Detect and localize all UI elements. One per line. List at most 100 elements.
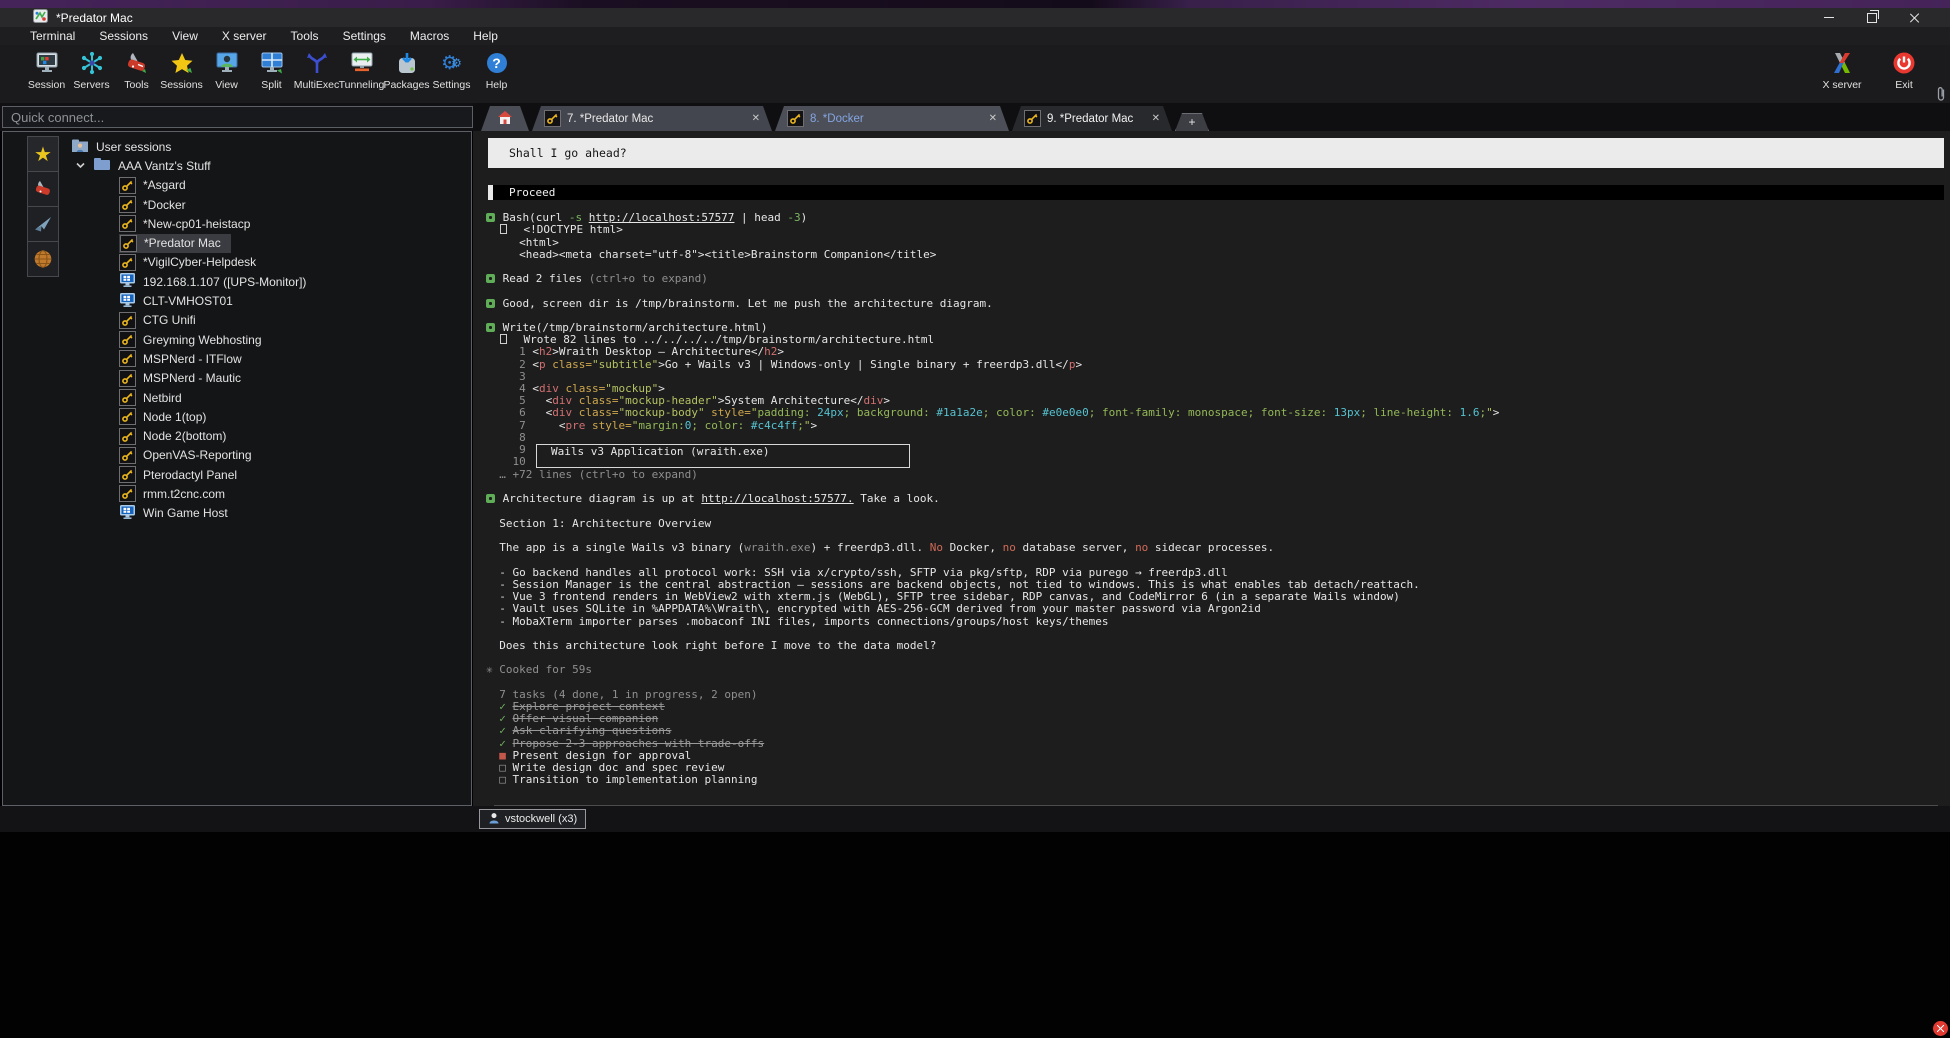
toolbar-view[interactable]: View [204,45,249,103]
chevron-down-icon[interactable] [75,159,86,173]
session-label: CTG Unifi [143,313,196,327]
session-item[interactable]: CTG Unifi [63,311,467,330]
session-item[interactable]: Win Game Host [63,504,467,523]
terminal-line: ✳ Cooked for 59s [486,664,1950,676]
power-icon [1892,49,1916,76]
window-title: *Predator Mac [56,11,133,25]
toolbar-tools[interactable]: Tools [114,45,159,103]
toolbar-right-group: X server Exit [1816,45,1950,103]
session-item[interactable]: *Asgard [63,176,467,195]
dialog-question: Shall I go ahead? [488,138,1944,168]
rdp-monitor-icon [119,292,136,311]
session-label: *Asgard [143,178,186,192]
toolbar-tunneling[interactable]: Tunneling [339,45,384,103]
tab-8-docker[interactable]: 8. *Docker ✕ [775,106,1009,131]
star-icon [169,49,195,76]
rdp-monitor-icon [119,272,136,291]
session-item[interactable]: CLT-VMHOST01 [63,291,467,310]
tool-bullet-icon [486,274,495,283]
proceed-option[interactable]: Proceed [488,185,1944,200]
sessions-tree: User sessionsAAA Vantz's Stuff *Asgard *Do… [63,137,467,523]
toolbar-multiexec[interactable]: MultiExec [294,45,339,103]
menu-macros[interactable]: Macros [410,29,449,43]
session-label: *Predator Mac [144,236,221,250]
tab-home[interactable] [481,106,529,131]
menu-view[interactable]: View [172,29,198,43]
title-bar: *Predator Mac [0,8,1950,27]
session-item[interactable]: Netbird [63,388,467,407]
session-item[interactable]: rmm.t2cnc.com [63,484,467,503]
tunneling-icon [349,49,375,76]
paper-plane-icon[interactable] [27,206,59,242]
terminal-line: Read 2 files (ctrl+o to expand) [486,273,1950,285]
menu-tools[interactable]: Tools [291,29,319,43]
terminal-line: 7 <pre style="margin:0; color: #c4c4ff;"… [486,420,1950,432]
session-item[interactable]: Node 1(top) [63,407,467,426]
tree-group-folder[interactable]: AAA Vantz's Stuff [63,156,467,175]
session-label: *New-cp01-heistacp [143,217,250,231]
toolbar-help[interactable]: ? Help [474,45,519,103]
tool-bullet-icon [486,299,495,308]
session-item[interactable]: MSPNerd - Mautic [63,369,467,388]
tab-9-predator-mac[interactable]: 9. *Predator Mac ✕ [1012,106,1172,131]
toolbar-settings[interactable]: ⚙⚙ Settings [429,45,474,103]
quick-connect-input[interactable] [2,106,473,128]
terminal-line: ✓ Offer visual companion [486,713,1950,725]
menu-x-server[interactable]: X server [222,29,267,43]
tab-close-icon[interactable]: ✕ [989,113,997,124]
terminal[interactable]: Shall I go ahead?Proceed Bash(curl -s ht… [473,131,1950,806]
menu-terminal[interactable]: Terminal [30,29,75,43]
toolbar-exit[interactable]: Exit [1878,45,1930,103]
new-tab-button[interactable]: + [1175,113,1209,131]
session-status-button[interactable]: vstockwell (x3) [479,809,586,829]
session-item[interactable]: *VigilCyber-Helpdesk [63,253,467,272]
session-item[interactable]: *Predator Mac [63,233,467,252]
favorites-star-icon[interactable]: ★ [27,136,59,172]
missing-glyph-box [500,224,507,234]
key-icon [119,485,136,502]
toolbar-sessions[interactable]: Sessions [159,45,204,103]
session-label: Node 2(bottom) [143,429,226,443]
session-item[interactable]: Pterodactyl Panel [63,465,467,484]
minimize-button[interactable] [1807,8,1850,27]
packages-download-icon [394,49,420,76]
toolbar-x-server[interactable]: X server [1816,45,1868,103]
session-label: Greyming Webhosting [143,333,262,347]
tab-close-icon[interactable]: ✕ [752,113,760,124]
key-icon [119,408,136,425]
toolbar-session[interactable]: Session [24,45,69,103]
home-icon [497,110,513,128]
tab-close-icon[interactable]: ✕ [1152,113,1160,124]
session-item[interactable]: Greyming Webhosting [63,330,467,349]
session-item[interactable]: MSPNerd - ITFlow [63,349,467,368]
terminal-line: □ Transition to implementation planning [486,774,1950,786]
tree-root-user-sessions[interactable]: User sessions [63,137,467,156]
menu-help[interactable]: Help [473,29,498,43]
maximize-icon [1867,13,1877,23]
key-icon [119,389,136,406]
terminal-line: ✓ Propose 2-3 approaches with trade-offs [486,738,1950,750]
session-item[interactable]: *Docker [63,195,467,214]
notification-close-icon[interactable] [1933,1021,1948,1036]
key-icon [787,110,804,127]
tab-7-predator-mac[interactable]: 7. *Predator Mac ✕ [532,106,772,131]
terminal-line: 2 <p class="subtitle">Go + Wails v3 | Wi… [486,359,1950,371]
tab-bar: 7. *Predator Mac ✕ 8. *Docker ✕ 9. *Pred… [473,103,1950,131]
session-label: Node 1(top) [143,410,206,424]
menu-sessions[interactable]: Sessions [99,29,148,43]
session-item[interactable]: 192.168.1.107 ([UPS-Monitor]) [63,272,467,291]
toolbar-split[interactable]: Split [249,45,294,103]
key-icon [119,312,136,329]
toolbar-packages[interactable]: Packages [384,45,429,103]
session-item[interactable]: *New-cp01-heistacp [63,214,467,233]
maximize-button[interactable] [1850,8,1893,27]
attachments-paperclip-icon[interactable] [1935,86,1947,107]
globe-icon[interactable] [27,241,59,277]
menu-settings[interactable]: Settings [343,29,386,43]
tools-knife-icon[interactable] [27,171,59,207]
session-item[interactable]: Node 2(bottom) [63,426,467,445]
toolbar-servers[interactable]: Servers [69,45,114,103]
close-button[interactable] [1893,8,1936,27]
session-item[interactable]: OpenVAS-Reporting [63,446,467,465]
toolbar: Session Servers Tools Sessions View Spli… [0,45,1950,103]
